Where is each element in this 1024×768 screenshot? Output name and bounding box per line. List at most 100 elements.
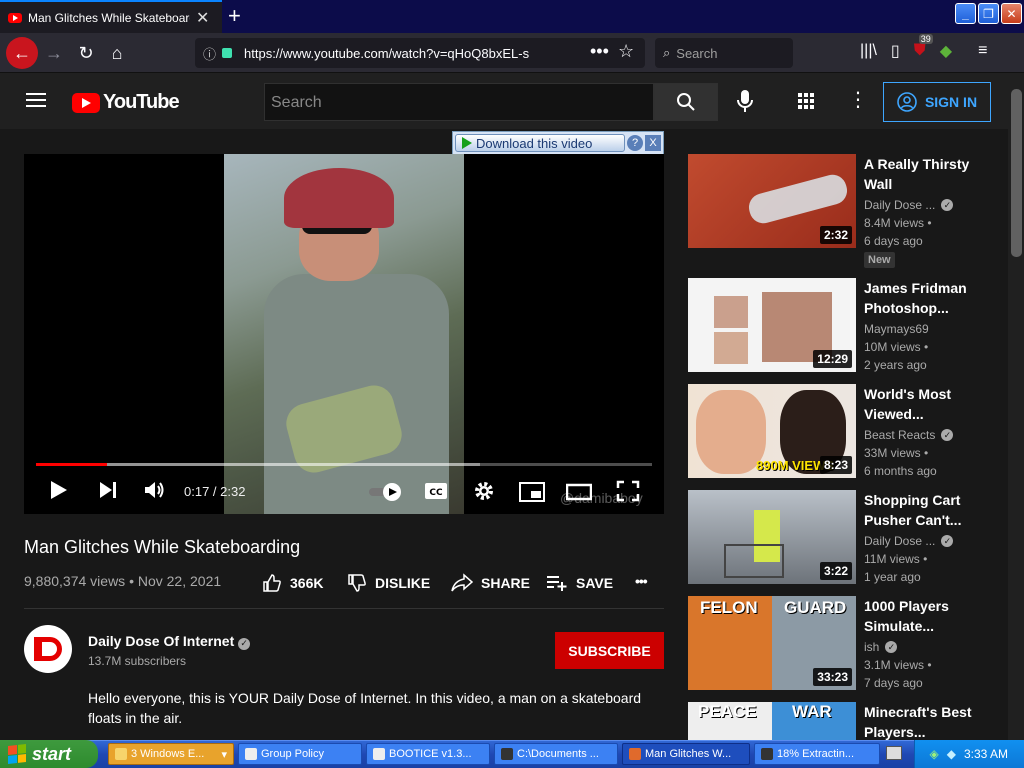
- miniplayer-button[interactable]: [519, 482, 545, 508]
- player-controls: 0:17 / 2:32 CC @damibaboy: [24, 474, 664, 514]
- thumbs-down-icon: [348, 574, 366, 592]
- subscribe-button[interactable]: SUBSCRIBE: [555, 632, 664, 669]
- maximize-button[interactable]: ❐: [978, 3, 999, 24]
- taskbar-item-active[interactable]: Man Glitches W...: [622, 743, 750, 765]
- close-window-button[interactable]: ✕: [1001, 3, 1022, 24]
- related-video-title[interactable]: 1000 Players Simulate...: [864, 596, 974, 636]
- url-text[interactable]: https://www.youtube.com/watch?v=qHoQ8bxE…: [244, 46, 529, 61]
- browser-search-box[interactable]: ⌕ Search: [655, 38, 793, 68]
- autoplay-icon: [369, 483, 401, 501]
- video-thumbnail[interactable]: 2:32: [688, 154, 856, 248]
- scrollbar-thumb[interactable]: [1011, 89, 1022, 257]
- safely-remove-icon[interactable]: ◆: [947, 747, 956, 761]
- fullscreen-button[interactable]: [616, 480, 640, 508]
- related-video[interactable]: PEACE WAR Minecraft's Best Players...: [688, 702, 1004, 740]
- thumbs-up-icon: [263, 574, 281, 592]
- video-duration: 3:22: [819, 562, 852, 580]
- menu-icon[interactable]: ≡: [978, 42, 987, 60]
- youtube-play-icon: [72, 92, 100, 113]
- firefox-icon: [629, 748, 641, 760]
- youtube-search-button[interactable]: [654, 83, 718, 121]
- close-download-bar-icon[interactable]: X: [645, 135, 661, 151]
- taskbar-item[interactable]: BOOTICE v1.3...: [366, 743, 490, 765]
- captions-button[interactable]: CC: [424, 482, 448, 506]
- start-button[interactable]: start: [0, 740, 98, 768]
- info-icon[interactable]: ⓘ: [203, 44, 216, 63]
- save-button[interactable]: SAVE: [546, 573, 613, 593]
- sidebar-icon[interactable]: ▯: [891, 41, 900, 61]
- ublock-icon[interactable]: ⛊ 39: [914, 34, 933, 60]
- channel-logo-icon: [34, 637, 62, 661]
- related-channel[interactable]: Daily Dose ... ✓: [864, 534, 954, 548]
- video-duration: 2:32: [819, 226, 852, 244]
- extension-icon[interactable]: ◆: [940, 41, 952, 61]
- reload-button[interactable]: ↻: [72, 39, 100, 67]
- sign-in-button[interactable]: SIGN IN: [883, 82, 991, 122]
- related-channel[interactable]: Beast Reacts ✓: [864, 428, 954, 442]
- thumb-caption-right: GUARD: [784, 598, 847, 617]
- guide-menu-icon[interactable]: [26, 93, 46, 107]
- related-video-title[interactable]: Shopping Cart Pusher Can't...: [864, 490, 974, 530]
- taskbar-item[interactable]: Group Policy: [238, 743, 362, 765]
- related-video-title[interactable]: Minecraft's Best Players...: [864, 702, 974, 740]
- video-thumbnail[interactable]: 12:29: [688, 278, 856, 372]
- verified-check-icon: ✓: [885, 641, 898, 653]
- search-icon: [677, 93, 695, 111]
- minimize-button[interactable]: _: [955, 3, 976, 24]
- apps-grid-icon[interactable]: [798, 93, 814, 109]
- taskbar-item[interactable]: 3 Windows E... ▾: [108, 743, 234, 765]
- keyboard-icon[interactable]: [886, 746, 902, 760]
- progress-bar[interactable]: [36, 463, 652, 466]
- youtube-search-input[interactable]: Search: [264, 83, 654, 121]
- bookmark-star-icon[interactable]: ☆: [618, 41, 634, 62]
- download-video-button[interactable]: Download this video: [455, 134, 625, 152]
- forward-button[interactable]: →: [40, 39, 68, 67]
- video-thumbnail[interactable]: 3:22: [688, 490, 856, 584]
- channel-avatar[interactable]: [24, 625, 72, 673]
- video-title: Man Glitches While Skateboarding: [24, 537, 301, 557]
- related-video-title[interactable]: James Fridman Photoshop...: [864, 278, 974, 318]
- video-thumbnail[interactable]: 890M VIEWS 8:23: [688, 384, 856, 478]
- microphone-icon[interactable]: [736, 89, 754, 118]
- dislike-button[interactable]: DISLIKE: [347, 573, 430, 593]
- system-tray: ◈ ◆ 3:33 AM: [914, 740, 1024, 768]
- more-actions-button[interactable]: •••: [635, 573, 648, 589]
- video-duration: 12:29: [813, 350, 852, 368]
- related-video-title[interactable]: A Really Thirsty Wall: [864, 154, 974, 194]
- lock-icon: [222, 48, 233, 58]
- youtube-logo[interactable]: YouTube: [72, 91, 180, 114]
- related-channel[interactable]: ish ✓: [864, 640, 898, 654]
- home-button[interactable]: ⌂: [103, 39, 131, 67]
- volume-button[interactable]: [144, 480, 166, 506]
- settings-button[interactable]: [473, 480, 495, 508]
- share-button[interactable]: SHARE: [451, 573, 530, 593]
- taskbar-item[interactable]: 18% Extractin...: [754, 743, 880, 765]
- related-channel[interactable]: Maymays69: [864, 322, 929, 336]
- video-thumbnail[interactable]: FELON GUARD 33:23: [688, 596, 856, 690]
- close-tab-icon[interactable]: ✕: [196, 8, 209, 28]
- related-channel[interactable]: Daily Dose ... ✓: [864, 198, 954, 212]
- network-icon[interactable]: ◈: [930, 747, 939, 761]
- browser-tab[interactable]: Man Glitches While Skateboarding ✕: [0, 0, 222, 33]
- thumb-cart: [724, 544, 784, 578]
- play-button[interactable]: [50, 480, 68, 506]
- page-actions-icon[interactable]: •••: [590, 41, 609, 62]
- thumb-bottle: [745, 171, 851, 227]
- library-icon[interactable]: |||\: [860, 42, 877, 60]
- autoplay-toggle[interactable]: [368, 482, 404, 508]
- next-button[interactable]: [98, 480, 118, 506]
- new-tab-button[interactable]: +: [228, 3, 241, 29]
- page-scrollbar[interactable]: [1008, 73, 1024, 740]
- video-thumbnail[interactable]: PEACE WAR: [688, 702, 856, 740]
- url-bar[interactable]: ⓘ https://www.youtube.com/watch?v=qHoQ8b…: [195, 38, 645, 68]
- like-button[interactable]: 366K: [262, 573, 323, 593]
- back-button[interactable]: ←: [6, 37, 38, 69]
- channel-name[interactable]: Daily Dose Of Internet ✓: [88, 633, 251, 650]
- video-duration: 33:23: [813, 668, 852, 686]
- help-icon[interactable]: ?: [627, 135, 643, 151]
- taskbar-item[interactable]: C:\Documents ...: [494, 743, 618, 765]
- video-player[interactable]: 0:17 / 2:32 CC @damibaboy: [24, 154, 664, 514]
- settings-more-icon[interactable]: ⋮: [848, 87, 868, 112]
- related-video-title[interactable]: World's Most Viewed...: [864, 384, 974, 424]
- playlist-add-icon: [547, 576, 567, 591]
